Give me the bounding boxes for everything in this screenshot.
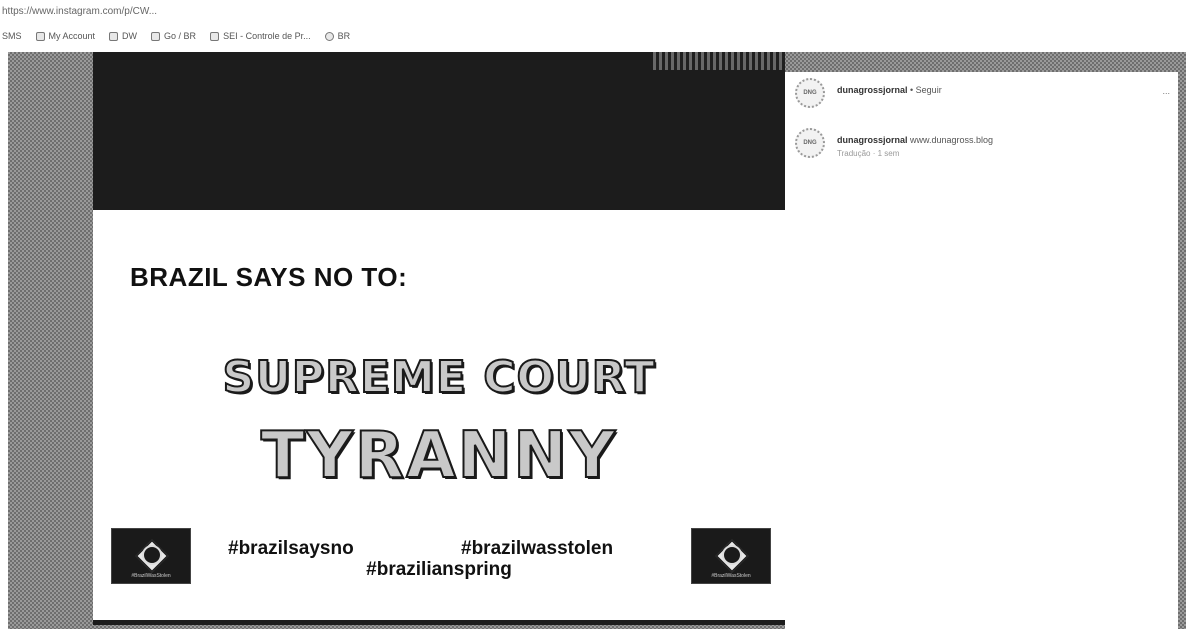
bookmark-label: SMS — [2, 31, 22, 41]
avatar-text: DNG — [803, 140, 817, 146]
globe-icon — [324, 31, 334, 41]
author-line: dunagrossjornal • Seguir — [837, 78, 942, 97]
caption-meta: Tradução · 1 sem — [837, 149, 900, 158]
caption-body: dunagrossjornal www.dunagross.blog Tradu… — [837, 128, 993, 160]
address-bar[interactable]: https://www.instagram.com/p/CW... — [0, 0, 1186, 24]
post-author-header: DNG dunagrossjornal • Seguir — [795, 78, 942, 108]
hashtag-brazilianspring: #brazilianspring — [366, 559, 512, 580]
post-bottom-band — [93, 620, 785, 625]
bookmark-go-br[interactable]: Go / BR — [151, 31, 196, 41]
avatar-text: DNG — [803, 90, 817, 96]
caption-comment: DNG dunagrossjornal www.dunagross.blog T… — [795, 128, 993, 160]
avatar[interactable]: DNG — [795, 78, 825, 108]
page-icon — [151, 31, 161, 41]
caption-text[interactable]: www.dunagross.blog — [908, 135, 993, 145]
more-options-icon[interactable]: ... — [1162, 86, 1170, 96]
bookmark-label: SEI - Controle de Pr... — [223, 31, 311, 41]
bookmark-label: My Account — [48, 31, 96, 41]
bookmark-label: DW — [122, 31, 138, 41]
follow-link[interactable]: Seguir — [916, 85, 942, 95]
avatar[interactable]: DNG — [795, 128, 825, 158]
post-image[interactable]: BRAZIL SAYS NO TO: SUPREME COURT TYRANNY… — [93, 52, 785, 625]
grid-icon — [35, 31, 45, 41]
post-top-band — [93, 52, 785, 210]
bookmark-label: BR — [337, 31, 351, 41]
bookmark-my-account[interactable]: My Account — [35, 31, 96, 41]
headline-line-2: TYRANNY — [260, 418, 618, 494]
bookmark-sms[interactable]: SMS — [2, 31, 22, 41]
page-icon — [109, 31, 119, 41]
headline-line-1: SUPREME COURT — [221, 351, 656, 404]
separator-dot: • — [907, 85, 916, 95]
caption-username[interactable]: dunagrossjornal — [837, 135, 908, 145]
hashtag-brazilsaysno: #brazilsaysno — [228, 538, 354, 559]
comments-panel: DNG dunagrossjornal • Seguir ... DNG dun… — [785, 72, 1178, 629]
image-stripe — [653, 52, 785, 70]
bookmark-sei[interactable]: SEI - Controle de Pr... — [210, 31, 311, 41]
bookmarks-bar: SMS My Account DW Go / BR SEI - Controle… — [0, 27, 1186, 45]
bookmark-dw[interactable]: DW — [109, 31, 137, 41]
author-username[interactable]: dunagrossjornal — [837, 85, 908, 95]
bookmark-label: Go / BR — [164, 31, 197, 41]
grid-icon — [210, 31, 220, 41]
url-text: https://www.instagram.com/p/CW... — [2, 6, 158, 17]
headline-small: BRAZIL SAYS NO TO: — [130, 262, 408, 292]
bookmark-br[interactable]: BR — [324, 31, 351, 41]
hashtag-brazilwasstolen: #brazilwasstolen — [461, 538, 614, 559]
